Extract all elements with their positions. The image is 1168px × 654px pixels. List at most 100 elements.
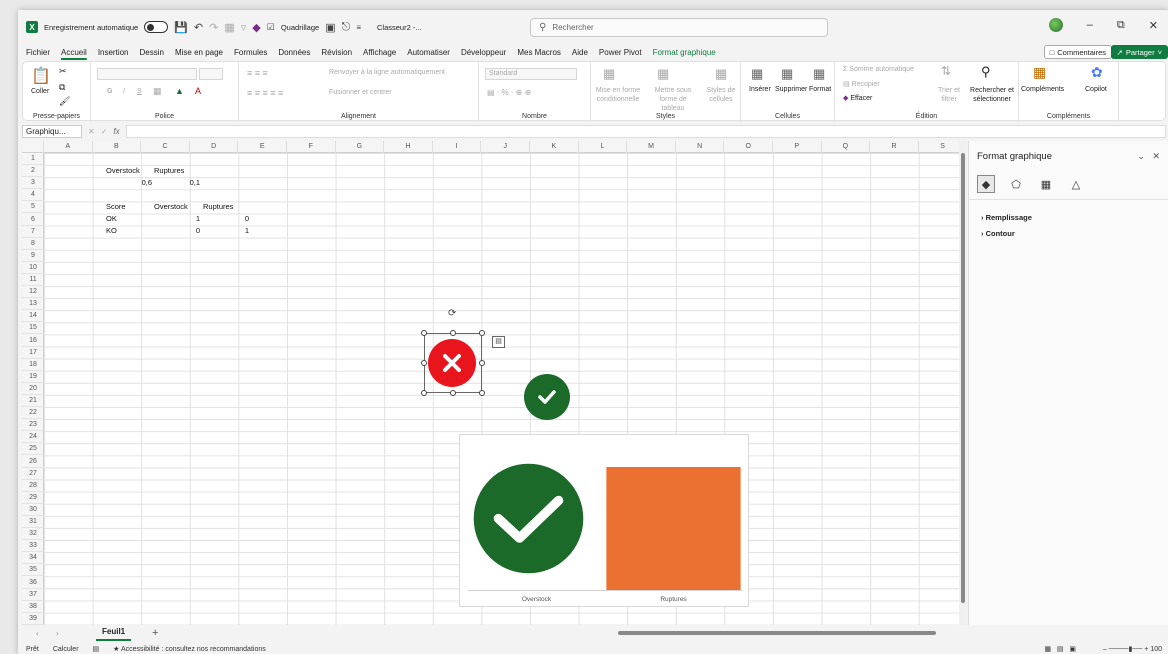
addins-button[interactable]: Compléments — [1021, 86, 1064, 93]
format-table-icon[interactable]: ▦ — [657, 66, 669, 82]
cancel-icon[interactable]: ✕ — [88, 127, 95, 136]
cell-styles-button[interactable]: Styles de cellules — [703, 86, 739, 104]
resize-handle[interactable] — [479, 330, 485, 336]
save-icon[interactable]: 💾 — [174, 21, 188, 34]
column-header-D[interactable]: D — [190, 141, 239, 153]
bold-button[interactable]: G — [107, 88, 112, 95]
column-header-J[interactable]: J — [481, 141, 530, 153]
red-x-shape[interactable] — [428, 339, 476, 387]
confirm-icon[interactable]: ✓ — [101, 127, 108, 136]
resize-handle[interactable] — [479, 390, 485, 396]
row-header-6[interactable]: 6 — [22, 214, 44, 226]
undo-icon[interactable]: ↶ — [194, 21, 203, 34]
menu-revision[interactable]: Révision — [321, 48, 352, 57]
chart-bar-overstock[interactable] — [473, 463, 584, 574]
align-left-icon[interactable]: ≡ ≡ ≡ ≡ ≡ — [247, 88, 283, 98]
row-header-4[interactable]: 4 — [22, 189, 44, 202]
column-header-R[interactable]: R — [870, 141, 919, 153]
menu-insertion[interactable]: Insertion — [98, 48, 129, 57]
delete-icon[interactable]: ▦ — [781, 66, 793, 82]
scroll-thumb[interactable] — [961, 153, 965, 603]
row-header-11[interactable]: 11 — [22, 274, 44, 286]
row-header-23[interactable]: 23 — [22, 419, 44, 432]
cell-C7[interactable]: 0 — [154, 225, 200, 237]
row-header-14[interactable]: 14 — [22, 310, 44, 323]
row-header-5[interactable]: 5 — [22, 201, 44, 214]
more-icon[interactable]: ≡ — [356, 23, 361, 32]
menu-developpeur[interactable]: Développeur — [461, 48, 506, 57]
format-painter-icon[interactable]: 🖌 — [59, 96, 70, 107]
row-header-13[interactable]: 13 — [22, 298, 44, 311]
row-header-22[interactable]: 22 — [22, 407, 44, 420]
row-header-9[interactable]: 9 — [22, 250, 44, 262]
addins-icon[interactable]: ▦ — [1033, 64, 1046, 81]
hscroll-thumb[interactable] — [618, 631, 936, 635]
cell-B5[interactable]: Score — [106, 201, 126, 213]
redo-icon[interactable]: ↷ — [209, 21, 218, 34]
menu-dessin[interactable]: Dessin — [140, 48, 164, 57]
fx-icon[interactable]: fx — [113, 127, 119, 136]
wrap-text-button[interactable]: Renvoyer à la ligne automatiquement — [329, 69, 445, 76]
status-calc[interactable]: Calculer — [53, 646, 79, 653]
font-name-dropdown[interactable] — [97, 68, 197, 80]
paste-icon[interactable]: 📋 — [31, 66, 51, 86]
row-header-10[interactable]: 10 — [22, 262, 44, 274]
format-icon[interactable]: ▦ — [813, 66, 825, 82]
row-header-34[interactable]: 34 — [22, 552, 44, 565]
merge-center-button[interactable]: Fusionner et centrer — [329, 89, 392, 96]
accessibility-status[interactable]: ★ Accessibilité : consultez nos recomman… — [113, 645, 266, 653]
resize-handle[interactable] — [450, 390, 456, 396]
column-header-O[interactable]: O — [724, 141, 773, 153]
column-header-L[interactable]: L — [579, 141, 628, 153]
cell-C3[interactable]: 0,1 — [154, 177, 200, 189]
menu-mes-macros[interactable]: Mes Macros — [517, 48, 561, 57]
row-header-7[interactable]: 7 — [22, 226, 44, 238]
row-header-19[interactable]: 19 — [22, 371, 44, 383]
column-header-I[interactable]: I — [433, 141, 482, 153]
macro-icon[interactable]: ▤ — [93, 645, 100, 653]
menu-formules[interactable]: Formules — [234, 48, 267, 57]
vertical-scrollbar[interactable] — [959, 141, 967, 625]
sort-filter-icon[interactable]: ⇅ — [941, 64, 951, 78]
minimize-icon[interactable]: – — [1087, 19, 1093, 31]
select-all-corner[interactable] — [22, 141, 44, 153]
section-contour[interactable]: › Contour — [981, 229, 1015, 238]
cell-C6[interactable]: 1 — [154, 213, 200, 225]
menu-aide[interactable]: Aide — [572, 48, 588, 57]
row-header-38[interactable]: 38 — [22, 601, 44, 613]
camera-icon[interactable]: ⎋ — [342, 21, 351, 34]
sheet-tab-feuil1[interactable]: Feuil1 — [96, 625, 132, 641]
menu-automatiser[interactable]: Automatiser — [407, 48, 450, 57]
size-properties-tab-icon[interactable]: ▦ — [1037, 175, 1055, 193]
close-icon[interactable]: ✕ — [1152, 151, 1160, 161]
chart-bar-ruptures[interactable] — [606, 467, 741, 590]
row-header-25[interactable]: 25 — [22, 443, 44, 456]
row-header-35[interactable]: 35 — [22, 564, 44, 577]
close-icon[interactable]: ✕ — [1149, 19, 1158, 32]
chevron-down-icon[interactable]: ⌄ — [1137, 151, 1145, 161]
row-header-27[interactable]: 27 — [22, 468, 44, 480]
next-sheet-icon[interactable]: › — [56, 629, 59, 638]
copy-icon[interactable]: ⧉ — [59, 82, 65, 93]
paste-button[interactable]: Coller — [31, 88, 49, 95]
rotate-handle-icon[interactable]: ⟳ — [448, 308, 456, 319]
restore-icon[interactable]: ⧉ — [1117, 19, 1125, 32]
fill-line-tab-icon[interactable]: ◆ — [977, 175, 995, 193]
column-header-G[interactable]: G — [336, 141, 385, 153]
font-color-icon[interactable]: A — [195, 86, 201, 96]
column-header-S[interactable]: S — [919, 141, 959, 153]
delete-button[interactable]: Supprimer — [775, 86, 807, 93]
resize-handle[interactable] — [421, 360, 427, 366]
cell-D5[interactable]: Ruptures — [203, 201, 233, 213]
zoom-slider[interactable]: – ────▮── + 100 — [1103, 645, 1162, 653]
cell-C2[interactable]: Ruptures — [154, 165, 184, 177]
cell-D7[interactable]: 1 — [203, 225, 249, 237]
cell-C5[interactable]: Overstock — [154, 201, 188, 213]
font-size-dropdown[interactable] — [199, 68, 223, 80]
layout-options-icon[interactable]: ▤ — [492, 336, 505, 348]
column-header-C[interactable]: C — [141, 141, 190, 153]
column-header-Q[interactable]: Q — [822, 141, 871, 153]
fill-color-icon[interactable]: ▲ — [175, 86, 184, 96]
column-header-N[interactable]: N — [676, 141, 725, 153]
row-header-21[interactable]: 21 — [22, 395, 44, 407]
